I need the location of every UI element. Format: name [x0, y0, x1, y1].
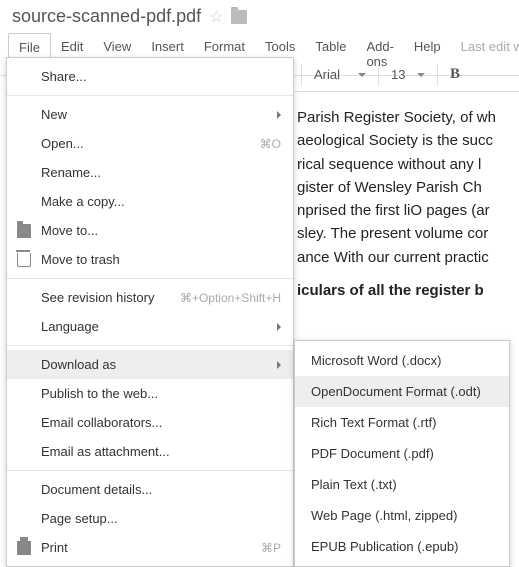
font-size-selector[interactable]: 13	[385, 63, 431, 86]
menu-item-print[interactable]: Print ⌘P	[7, 533, 293, 562]
font-selector[interactable]: Arial	[308, 63, 372, 86]
toolbar-separator	[301, 64, 302, 86]
menu-item-label: Print	[41, 540, 68, 555]
menu-item-label: Page setup...	[41, 511, 118, 526]
chevron-right-icon	[277, 111, 281, 119]
document-title[interactable]: source-scanned-pdf.pdf	[12, 6, 201, 27]
menu-item-label: Email as attachment...	[41, 444, 170, 459]
chevron-down-icon	[358, 73, 366, 77]
menu-item-details[interactable]: Document details...	[7, 475, 293, 504]
toolbar-separator	[437, 64, 438, 86]
menu-item-publish[interactable]: Publish to the web...	[7, 379, 293, 408]
menu-item-label: Language	[41, 319, 99, 334]
submenu-item-txt[interactable]: Plain Text (.txt)	[295, 469, 509, 500]
menu-item-new[interactable]: New	[7, 100, 293, 129]
menu-item-email-attach[interactable]: Email as attachment...	[7, 437, 293, 466]
folder-icon[interactable]	[231, 10, 247, 24]
menu-item-label: Move to...	[41, 223, 98, 238]
menu-item-label: Make a copy...	[41, 194, 125, 209]
menu-item-label: New	[41, 107, 67, 122]
shortcut: ⌘+Option+Shift+H	[180, 291, 281, 305]
document-body[interactable]: Parish Register Society, of wh aeologica…	[295, 92, 519, 302]
shortcut: ⌘O	[260, 137, 281, 151]
print-icon	[17, 541, 31, 555]
download-as-submenu: Microsoft Word (.docx) OpenDocument Form…	[294, 340, 510, 567]
star-icon[interactable]: ☆	[209, 7, 223, 27]
menu-item-label: Document details...	[41, 482, 152, 497]
menu-item-label: Open...	[41, 136, 84, 151]
menu-item-label: Email collaborators...	[41, 415, 162, 430]
body-line: aeological Society is the succ	[297, 129, 519, 152]
menu-item-revision[interactable]: See revision history ⌘+Option+Shift+H	[7, 283, 293, 312]
menu-item-label: Rename...	[41, 165, 101, 180]
trash-icon	[17, 253, 31, 267]
menu-item-email-collab[interactable]: Email collaborators...	[7, 408, 293, 437]
body-line: sley. The present volume cor	[297, 222, 519, 245]
menu-item-rename[interactable]: Rename...	[7, 158, 293, 187]
body-line: gister of Wensley Parish Ch	[297, 176, 519, 199]
file-menu-dropdown: Share... New Open... ⌘O Rename... Make a …	[6, 57, 294, 567]
submenu-item-html[interactable]: Web Page (.html, zipped)	[295, 500, 509, 531]
font-size: 13	[391, 67, 405, 82]
menu-separator	[7, 278, 293, 279]
title-bar: source-scanned-pdf.pdf ☆	[0, 0, 519, 33]
submenu-item-epub[interactable]: EPUB Publication (.epub)	[295, 531, 509, 562]
chevron-right-icon	[277, 361, 281, 369]
submenu-item-odt[interactable]: OpenDocument Format (.odt)	[295, 376, 509, 407]
menu-item-open[interactable]: Open... ⌘O	[7, 129, 293, 158]
body-line: ance With our current practic	[297, 246, 519, 269]
menu-item-label: Download as	[41, 357, 116, 372]
chevron-right-icon	[277, 323, 281, 331]
menu-item-label: Move to trash	[41, 252, 120, 267]
font-name: Arial	[314, 67, 340, 82]
submenu-item-rtf[interactable]: Rich Text Format (.rtf)	[295, 407, 509, 438]
menu-item-language[interactable]: Language	[7, 312, 293, 341]
menu-item-label: Share...	[41, 69, 87, 84]
menu-item-move-to[interactable]: Move to...	[7, 216, 293, 245]
shortcut: ⌘P	[261, 541, 281, 555]
body-line: Parish Register Society, of wh	[297, 106, 519, 129]
bold-button[interactable]: B	[444, 66, 466, 83]
toolbar: Arial 13 B	[295, 58, 519, 92]
menu-separator	[7, 470, 293, 471]
menu-item-download-as[interactable]: Download as	[7, 350, 293, 379]
chevron-down-icon	[417, 73, 425, 77]
submenu-item-docx[interactable]: Microsoft Word (.docx)	[295, 345, 509, 376]
folder-icon	[17, 224, 31, 238]
menu-item-page-setup[interactable]: Page setup...	[7, 504, 293, 533]
menu-item-make-copy[interactable]: Make a copy...	[7, 187, 293, 216]
menu-item-label: Publish to the web...	[41, 386, 158, 401]
menu-item-share[interactable]: Share...	[7, 62, 293, 91]
body-line: nprised the first liO pages (ar	[297, 199, 519, 222]
menu-separator	[7, 345, 293, 346]
menu-item-trash[interactable]: Move to trash	[7, 245, 293, 274]
submenu-item-pdf[interactable]: PDF Document (.pdf)	[295, 438, 509, 469]
toolbar-separator	[378, 64, 379, 86]
body-line-bold: iculars of all the register b	[297, 279, 519, 302]
menu-item-label: See revision history	[41, 290, 154, 305]
body-line: rical sequence without any l	[297, 153, 519, 176]
menu-separator	[7, 95, 293, 96]
